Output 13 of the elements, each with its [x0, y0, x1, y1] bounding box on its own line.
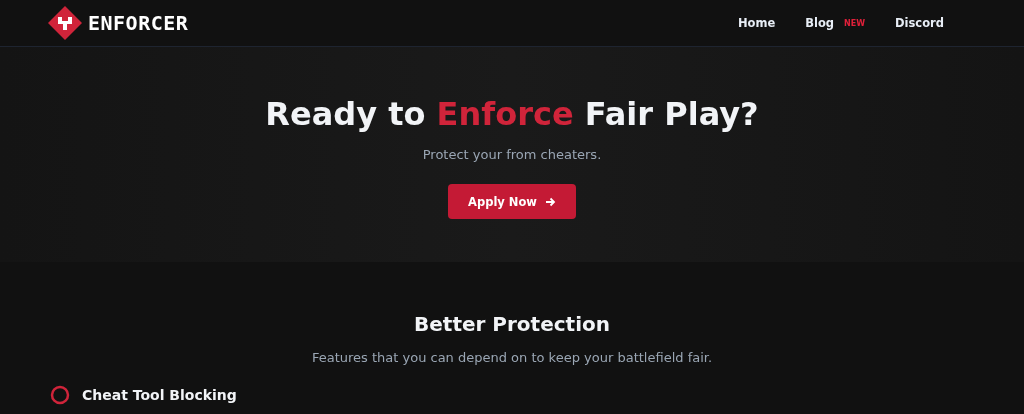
arrow-right-icon [545, 196, 556, 207]
brand-name: ENFORCER [88, 11, 189, 35]
nav-link[interactable]: Home [737, 16, 776, 30]
circle-icon [50, 385, 70, 405]
feature-title: Cheat Tool Blocking [82, 387, 237, 403]
hero-title: Ready to Enforce Fair Play? [265, 95, 759, 133]
nav-link[interactable]: Discord [895, 16, 944, 30]
section-title: Better Protection [414, 312, 610, 336]
section-subtitle: Features that you can depend on to keep your battlefield fair. [311, 350, 713, 365]
apply-button[interactable]: Apply Now [448, 184, 576, 219]
hero-subtitle: Protect your from cheaters. [422, 147, 602, 162]
nav-link[interactable]: Blog [805, 16, 835, 30]
new-label: NEW [844, 18, 866, 28]
